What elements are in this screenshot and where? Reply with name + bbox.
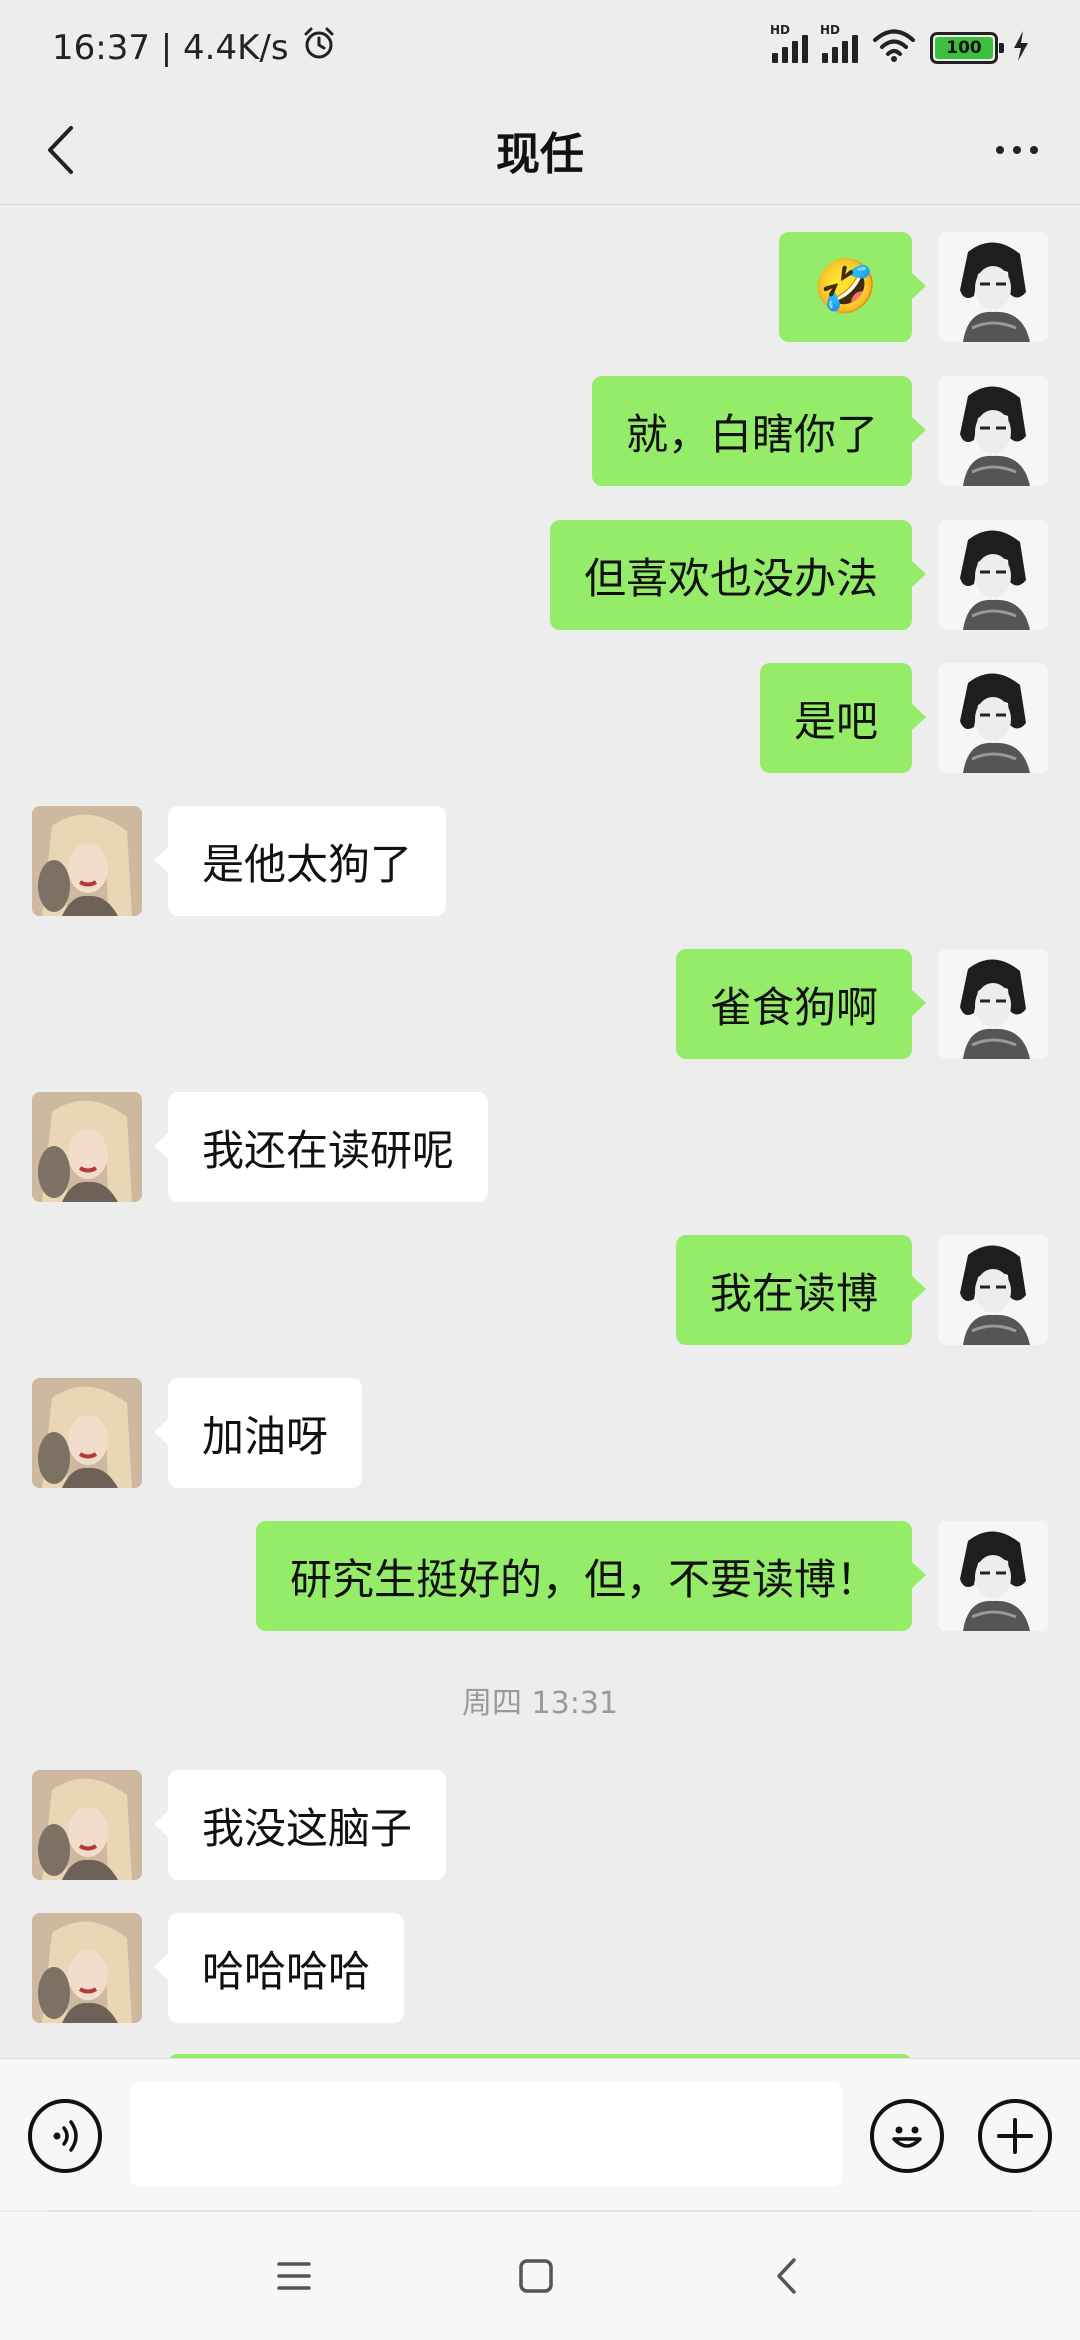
battery-icon: 100 bbox=[930, 31, 1004, 64]
menu-button[interactable] bbox=[264, 2246, 324, 2306]
message-bubble[interactable]: 我在读博 bbox=[675, 1235, 927, 1345]
wifi-icon bbox=[872, 29, 916, 67]
message-row: 我还在读研呢 bbox=[0, 1092, 1080, 1204]
message-row: 我在读博 bbox=[0, 1235, 1080, 1347]
nav-back-icon bbox=[777, 2258, 796, 2294]
message-bubble[interactable]: 雀食狗啊 bbox=[675, 949, 927, 1059]
message-row: 是他太狗了 bbox=[0, 806, 1080, 918]
avatar[interactable] bbox=[938, 520, 1048, 630]
message-row: 加油呀 bbox=[0, 1378, 1080, 1490]
battery-level: 100 bbox=[935, 36, 993, 59]
message-bubble[interactable]: 是他太狗了 bbox=[153, 806, 447, 916]
message-row: 是吧 bbox=[0, 663, 1080, 775]
status-bar: 16:37 | 4.4K/s HD HD 100 bbox=[0, 0, 1080, 95]
signal-icon-2: HD bbox=[820, 23, 858, 63]
avatar[interactable] bbox=[32, 1092, 142, 1202]
avatar[interactable] bbox=[32, 806, 142, 916]
alarm-icon bbox=[301, 25, 337, 70]
menu-icon bbox=[277, 2262, 311, 2290]
chat-header: 现任 bbox=[0, 95, 1080, 205]
message-bubble[interactable]: 加油呀 bbox=[153, 1378, 363, 1488]
more-actions-button[interactable] bbox=[978, 2099, 1052, 2173]
message-row: 研究生挺好的，但，不要读博！ bbox=[0, 1521, 1080, 1633]
message-bubble[interactable]: 是吧 bbox=[759, 663, 927, 773]
hd-label: HD bbox=[770, 22, 791, 37]
message-bubble[interactable]: 研究生挺好的，但，不要读博！ bbox=[255, 1521, 927, 1631]
message-bubble[interactable]: 我还在读研呢 bbox=[153, 1092, 489, 1202]
message-row: 🤣 bbox=[0, 232, 1080, 344]
message-row: 但喜欢也没办法 bbox=[0, 520, 1080, 632]
hd-label-2: HD bbox=[820, 22, 841, 37]
message-bubble[interactable]: 我没这脑子 bbox=[153, 1770, 447, 1880]
avatar[interactable] bbox=[32, 1770, 142, 1880]
plus-icon bbox=[997, 2118, 1033, 2154]
avatar[interactable] bbox=[32, 1378, 142, 1488]
emoji-icon bbox=[892, 2126, 922, 2148]
message-bubble[interactable]: 就，白瞎你了 bbox=[591, 376, 927, 486]
message-row: 雀食狗啊 bbox=[0, 949, 1080, 1061]
message-row: 哈哈哈哈 bbox=[0, 1913, 1080, 2025]
message-bubble[interactable]: 哈哈哈哈 bbox=[153, 1913, 405, 2023]
message-row: 我没这脑子 bbox=[0, 1770, 1080, 1882]
back-icon bbox=[48, 126, 73, 174]
voice-icon bbox=[53, 2120, 78, 2152]
emoji-button[interactable] bbox=[870, 2099, 944, 2173]
avatar[interactable] bbox=[938, 232, 1048, 342]
message-list[interactable]: 🤣 就，白瞎你了 但喜欢也没办法 是吧 是他太狗了 雀食狗啊 我还在读研呢 我在… bbox=[0, 206, 1080, 2058]
voice-button[interactable] bbox=[28, 2099, 102, 2173]
message-bubble[interactable]: 但喜欢也没办法 bbox=[549, 520, 927, 630]
avatar[interactable] bbox=[938, 376, 1048, 486]
avatar[interactable] bbox=[938, 1521, 1048, 1631]
avatar[interactable] bbox=[938, 949, 1048, 1059]
avatar[interactable] bbox=[938, 663, 1048, 773]
message-row: 就，白瞎你了 bbox=[0, 376, 1080, 488]
home-icon bbox=[519, 2259, 553, 2293]
more-button[interactable] bbox=[982, 117, 1052, 183]
avatar[interactable] bbox=[938, 1235, 1048, 1345]
home-button[interactable] bbox=[506, 2246, 566, 2306]
rofl-emoji: 🤣 bbox=[813, 257, 878, 317]
message-timestamp: 周四 13:31 bbox=[462, 1686, 618, 1721]
input-bar bbox=[0, 2058, 1080, 2210]
system-nav-bar bbox=[0, 2212, 1080, 2340]
charging-icon bbox=[1012, 30, 1030, 66]
signal-icon: HD bbox=[770, 23, 808, 63]
message-input[interactable] bbox=[130, 2081, 842, 2187]
chat-title: 现任 bbox=[496, 128, 584, 180]
back-button[interactable] bbox=[30, 117, 90, 183]
status-right: HD HD 100 bbox=[770, 23, 1030, 67]
status-left: 16:37 | 4.4K/s bbox=[52, 25, 337, 70]
message-bubble[interactable]: 🤣 bbox=[779, 232, 926, 342]
avatar[interactable] bbox=[32, 1913, 142, 2023]
status-time-speed: 16:37 | 4.4K/s bbox=[52, 27, 289, 68]
nav-back-button[interactable] bbox=[756, 2246, 816, 2306]
more-icon bbox=[996, 146, 1004, 154]
